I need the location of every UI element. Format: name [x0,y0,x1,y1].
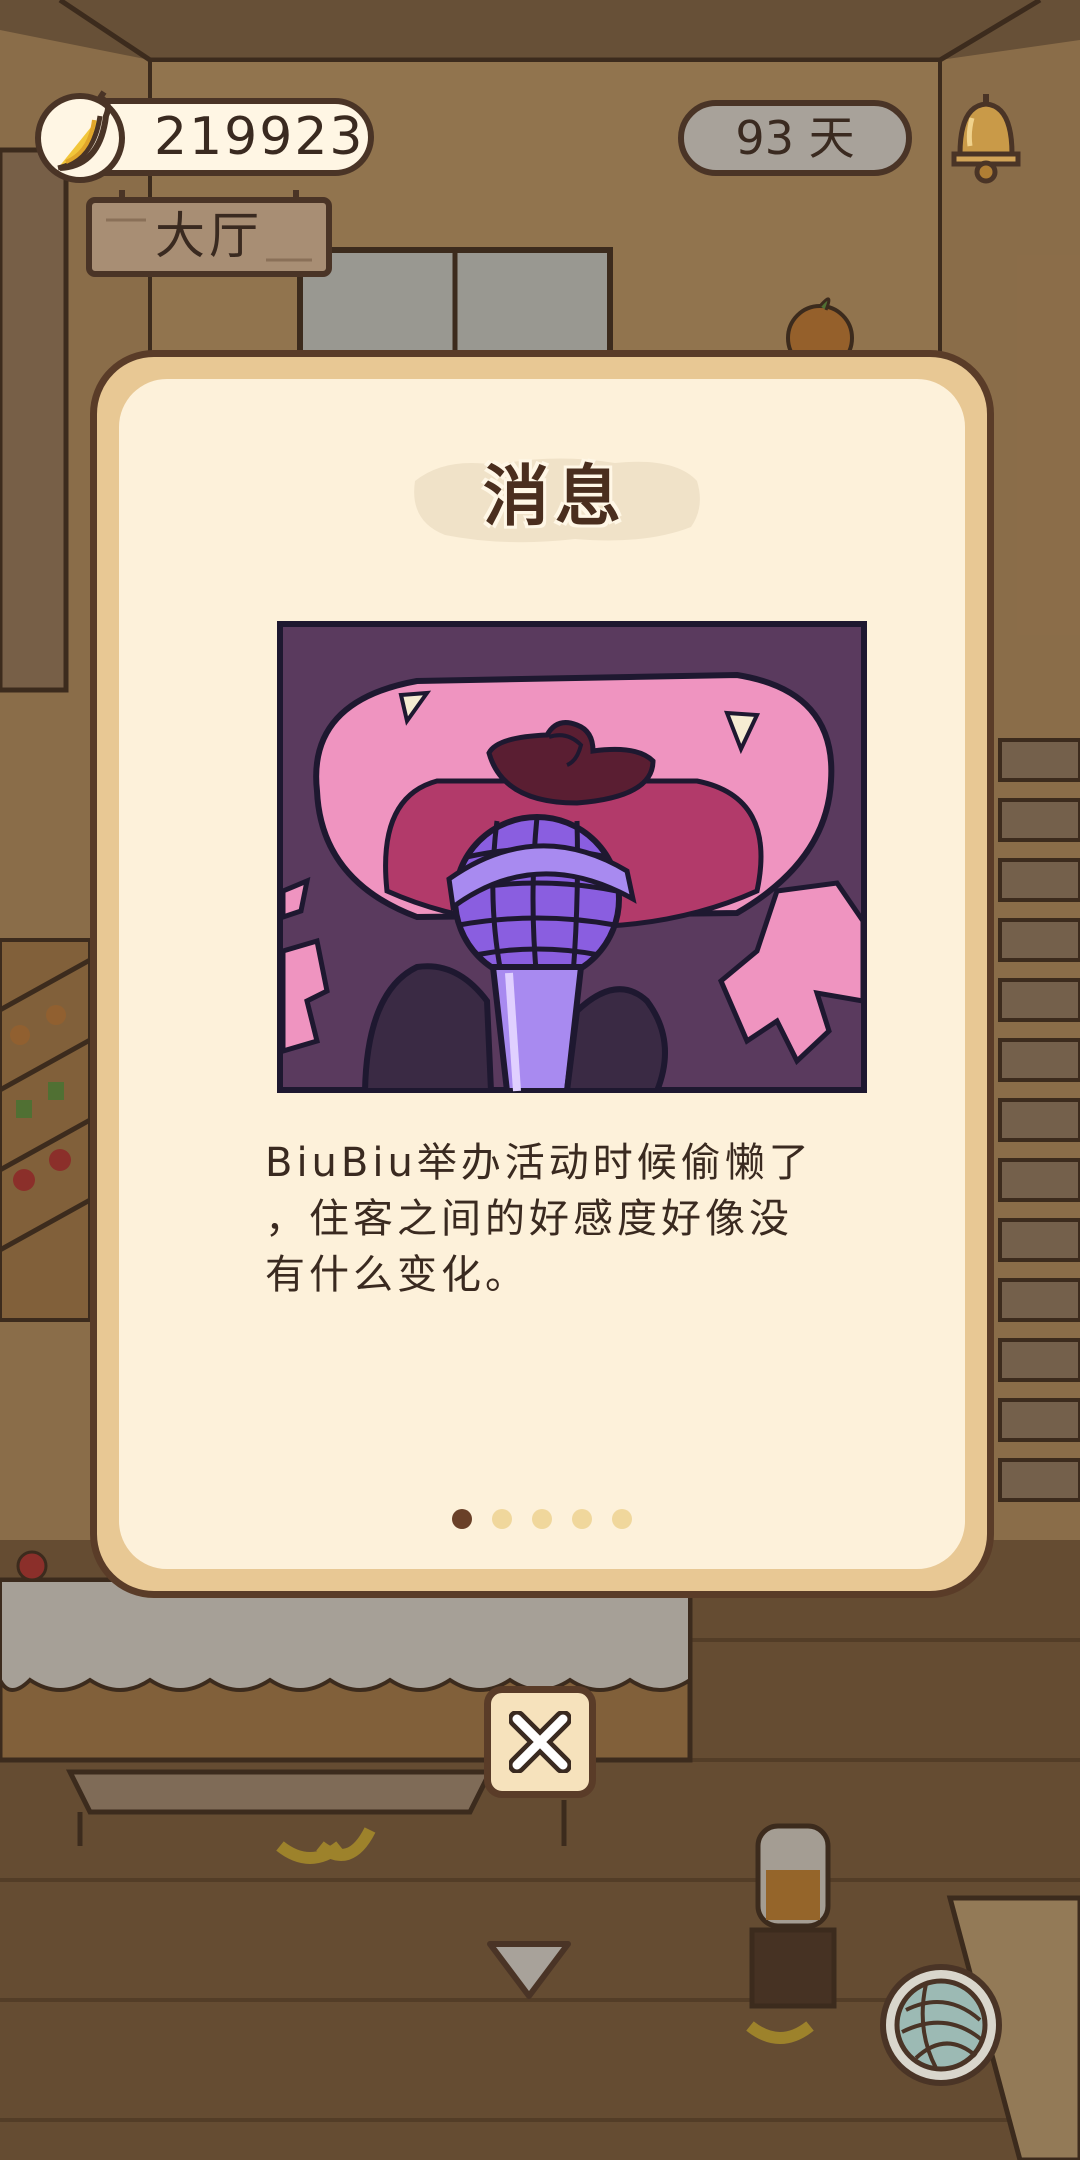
bell-icon[interactable] [946,88,1026,184]
game-scene: 219923 大厅 93 天 消息 BiuBiu举办活动时候偷懒了 ，住客之间的… [0,0,1080,2160]
chevron-down-icon[interactable] [484,1936,574,2002]
days-counter: 93 天 [678,100,912,176]
close-dialog-button[interactable] [484,1686,596,1798]
dialog-title: 消息 [483,458,627,535]
page-dot-5[interactable] [612,1509,632,1529]
page-dot-2[interactable] [492,1509,512,1529]
page-indicator [119,1509,965,1533]
banana-icon [35,90,125,183]
message-dialog-body: 消息 BiuBiu举办活动时候偷懒了 ，住客之间的好感度好像没 有什么变化。 [119,379,965,1569]
room-name-label: 大厅 [155,207,263,265]
page-dot-4[interactable] [572,1509,592,1529]
singing-microphone-illustration [277,621,867,1093]
currency-value: 219923 [154,107,365,167]
message-dialog: 消息 BiuBiu举办活动时候偷懒了 ，住客之间的好感度好像没 有什么变化。 [90,350,994,1598]
page-dot-1[interactable] [452,1509,472,1529]
close-icon [509,1711,571,1773]
dialog-message: BiuBiu举办活动时候偷懒了 ，住客之间的好感度好像没 有什么变化。 [265,1140,813,1298]
page-dot-3[interactable] [532,1509,552,1529]
yarn-ball-icon[interactable] [876,1960,1006,2090]
